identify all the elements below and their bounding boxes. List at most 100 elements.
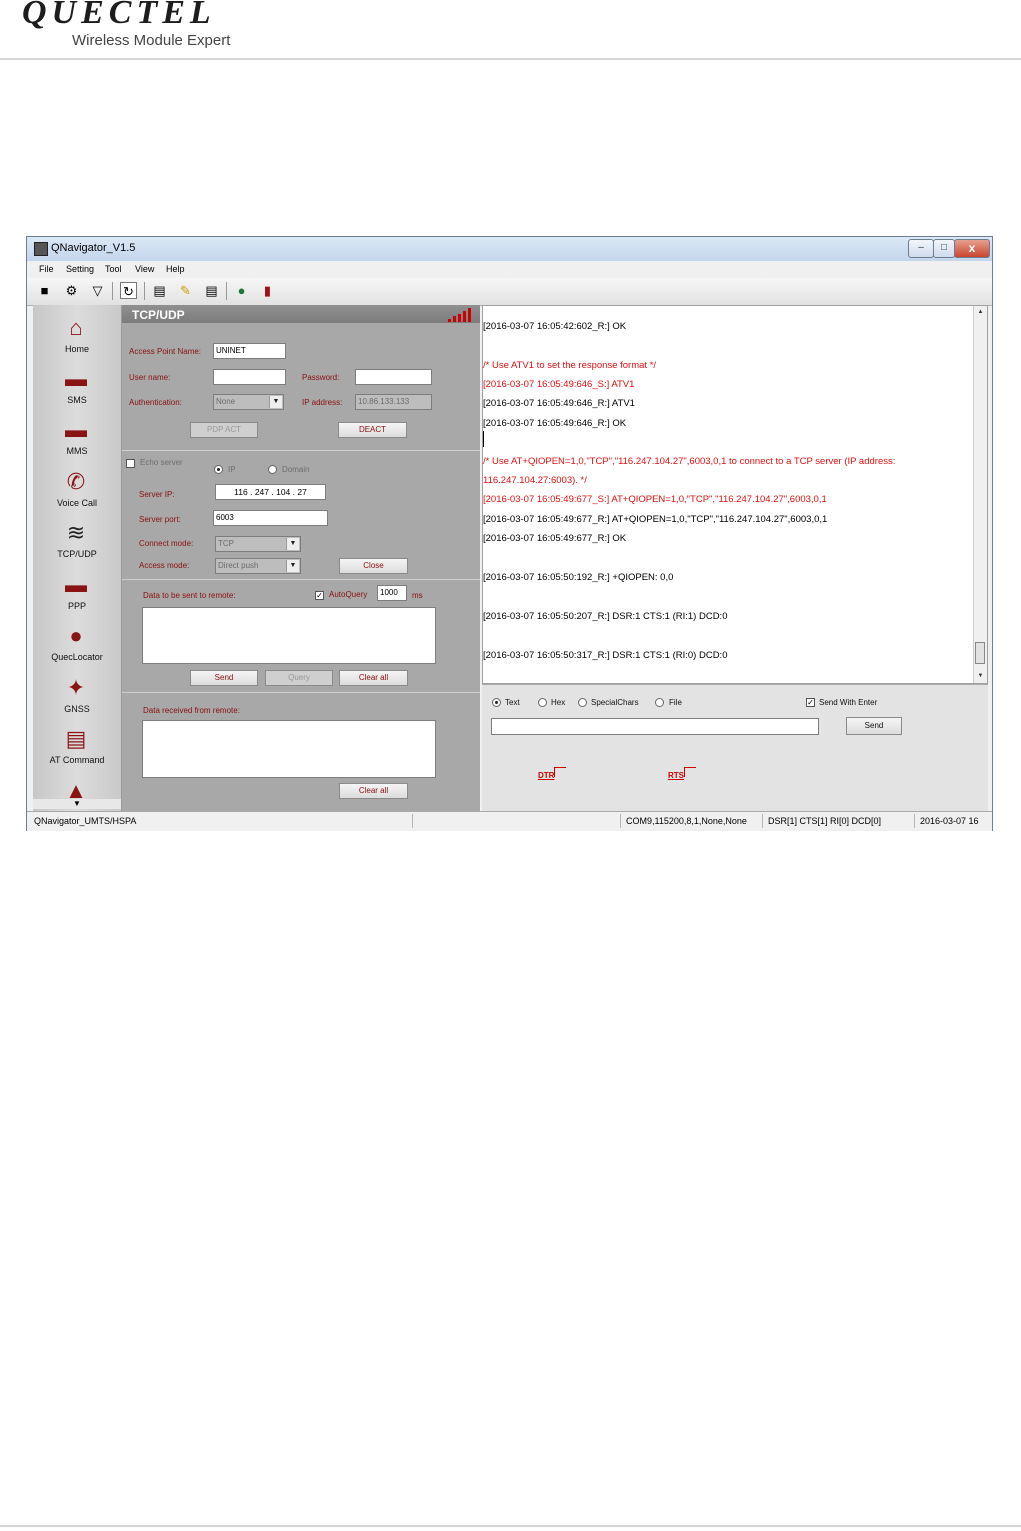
- sidebar-scroll-down[interactable]: ▼: [33, 799, 121, 809]
- sidebar-label: SMS: [67, 395, 87, 405]
- title-bar[interactable]: QNavigator_V1.5 – □ x: [27, 237, 992, 261]
- close-connection-button[interactable]: Close: [339, 558, 408, 574]
- sidebar-item-ppp[interactable]: ▬ PPP: [33, 571, 121, 619]
- send-data-textarea[interactable]: [142, 607, 436, 664]
- menu-setting[interactable]: Setting: [66, 264, 94, 274]
- app-icon: [34, 242, 48, 256]
- menu-tool[interactable]: Tool: [105, 264, 122, 274]
- server-ip-octet: 116: [234, 487, 248, 497]
- ip-radio[interactable]: [214, 465, 223, 474]
- settings-icon[interactable]: ⚙: [63, 282, 80, 299]
- status-product: QNavigator_UMTS/HSPA: [31, 814, 413, 828]
- send-with-enter-label: Send With Enter: [819, 698, 878, 707]
- text-mode-radio[interactable]: [492, 698, 501, 707]
- username-label: User name:: [129, 373, 171, 382]
- send-with-enter-checkbox[interactable]: ✓: [806, 698, 815, 707]
- close-window-button[interactable]: x: [954, 239, 990, 258]
- log-output[interactable]: [2016-03-07 16:05:42:602_R:] OK /* Use A…: [482, 305, 988, 684]
- autoquery-unit: ms: [412, 591, 423, 600]
- menu-file[interactable]: File: [39, 264, 54, 274]
- sidebar-item-mms[interactable]: ▬ MMS: [33, 416, 121, 464]
- send-command-button[interactable]: Send: [846, 717, 902, 735]
- rts-signal-icon: [684, 767, 696, 777]
- toolbar-separator: [226, 282, 227, 300]
- hex-mode-radio[interactable]: [538, 698, 547, 707]
- access-mode-value: Direct push: [218, 561, 259, 570]
- file-mode-radio[interactable]: [655, 698, 664, 707]
- autoquery-checkbox[interactable]: ✓: [315, 591, 324, 600]
- authentication-value: None: [216, 397, 236, 406]
- log-line: /* Use AT+QIOPEN=1,0,"TCP","116.247.104.…: [483, 456, 896, 467]
- clear-send-button[interactable]: Clear all: [339, 670, 408, 686]
- sidebar-label: TCP/UDP: [57, 549, 97, 559]
- log-line: [2016-03-07 16:05:49:677_S:] AT+QIOPEN=1…: [483, 494, 827, 505]
- sidebar-item-voice-call[interactable]: ✆ Voice Call: [33, 468, 121, 516]
- connect-mode-value: TCP: [218, 539, 234, 548]
- filter-icon[interactable]: ▽: [89, 282, 106, 299]
- sidebar-label: AT Command: [49, 755, 105, 765]
- scroll-thumb[interactable]: [975, 642, 985, 664]
- scroll-down-icon[interactable]: ▼: [974, 670, 987, 683]
- command-input[interactable]: [491, 718, 819, 735]
- specialchars-mode-radio[interactable]: [578, 698, 587, 707]
- query-button[interactable]: Query: [265, 670, 333, 686]
- maximize-button[interactable]: □: [933, 239, 955, 258]
- command-send-pane: Text Hex SpecialChars File ✓ Send With E…: [482, 684, 988, 812]
- connect-mode-select[interactable]: TCP ▼: [215, 536, 301, 552]
- pdp-act-button[interactable]: PDP ACT: [190, 422, 258, 438]
- menu-view[interactable]: View: [135, 264, 154, 274]
- domain-radio-label: Domain: [282, 465, 310, 474]
- footer-rule: [0, 1525, 1021, 1527]
- clear-received-button[interactable]: Clear all: [339, 783, 408, 799]
- echo-server-label: Echo server: [140, 458, 183, 467]
- password-input[interactable]: [355, 369, 432, 385]
- globe-icon[interactable]: ●: [233, 282, 250, 299]
- log-line: [2016-03-07 16:05:50:207_R:] DSR:1 CTS:1…: [483, 611, 728, 622]
- signal-strength-icon: [448, 308, 474, 322]
- log-scrollbar[interactable]: ▲ ▼: [973, 306, 987, 683]
- received-data-textarea[interactable]: [142, 720, 436, 778]
- document-icon[interactable]: ▤: [203, 282, 220, 299]
- autoquery-label: AutoQuery: [329, 590, 368, 599]
- text-cursor: [483, 431, 484, 447]
- sidebar-item-tcp-udp[interactable]: ≋ TCP/UDP: [33, 519, 121, 567]
- refresh-icon[interactable]: ↻: [120, 282, 137, 299]
- status-empty: [415, 814, 621, 828]
- server-ip-label: Server IP:: [139, 490, 175, 499]
- sidebar-item-gnss[interactable]: ✦ GNSS: [33, 674, 121, 722]
- domain-radio[interactable]: [268, 465, 277, 474]
- text-mode-label: Text: [505, 698, 520, 707]
- rts-toggle[interactable]: RTS: [668, 771, 684, 780]
- sidebar-item-more[interactable]: ▲: [33, 779, 121, 803]
- book-icon[interactable]: ▮: [259, 282, 276, 299]
- section-divider: [122, 692, 480, 693]
- access-mode-select[interactable]: Direct push ▼: [215, 558, 301, 574]
- authentication-select[interactable]: None ▼: [213, 394, 284, 410]
- scroll-up-icon[interactable]: ▲: [974, 306, 987, 319]
- sidebar-item-home[interactable]: ⌂ Home: [33, 314, 121, 362]
- broom-icon[interactable]: ✎: [177, 282, 194, 299]
- server-ip-input[interactable]: 116 . 247 . 104 . 27: [215, 484, 326, 500]
- sidebar-item-at-command[interactable]: ▤ AT Command: [33, 725, 121, 773]
- save-icon[interactable]: ■: [36, 282, 53, 299]
- log-line: [2016-03-07 16:05:49:677_R:] OK: [483, 533, 627, 544]
- autoquery-interval-input[interactable]: 1000: [377, 585, 407, 601]
- floppy-icon[interactable]: ▤: [151, 282, 168, 299]
- deact-button[interactable]: DEACT: [338, 422, 407, 438]
- sidebar-item-sms[interactable]: ▬ SMS: [33, 365, 121, 413]
- send-data-button[interactable]: Send: [190, 670, 258, 686]
- dtr-toggle[interactable]: DTR: [538, 771, 554, 780]
- server-port-input[interactable]: 6003: [213, 510, 328, 526]
- echo-server-checkbox[interactable]: [126, 459, 135, 468]
- tagline: Wireless Module Expert: [72, 32, 231, 49]
- minimize-button[interactable]: –: [908, 239, 934, 258]
- dtr-signal-icon: [554, 767, 566, 777]
- sidebar-label: MMS: [66, 446, 88, 456]
- username-input[interactable]: [213, 369, 286, 385]
- apn-input[interactable]: UNINET: [213, 343, 286, 359]
- sidebar-item-queclocator[interactable]: ● QuecLocator: [33, 622, 121, 670]
- menu-help[interactable]: Help: [166, 264, 185, 274]
- section-divider: [122, 450, 480, 451]
- chevron-down-icon: ▼: [286, 560, 299, 572]
- toolbar: ■ ⚙ ▽ ↻ ▤ ✎ ▤ ● ▮: [27, 278, 992, 306]
